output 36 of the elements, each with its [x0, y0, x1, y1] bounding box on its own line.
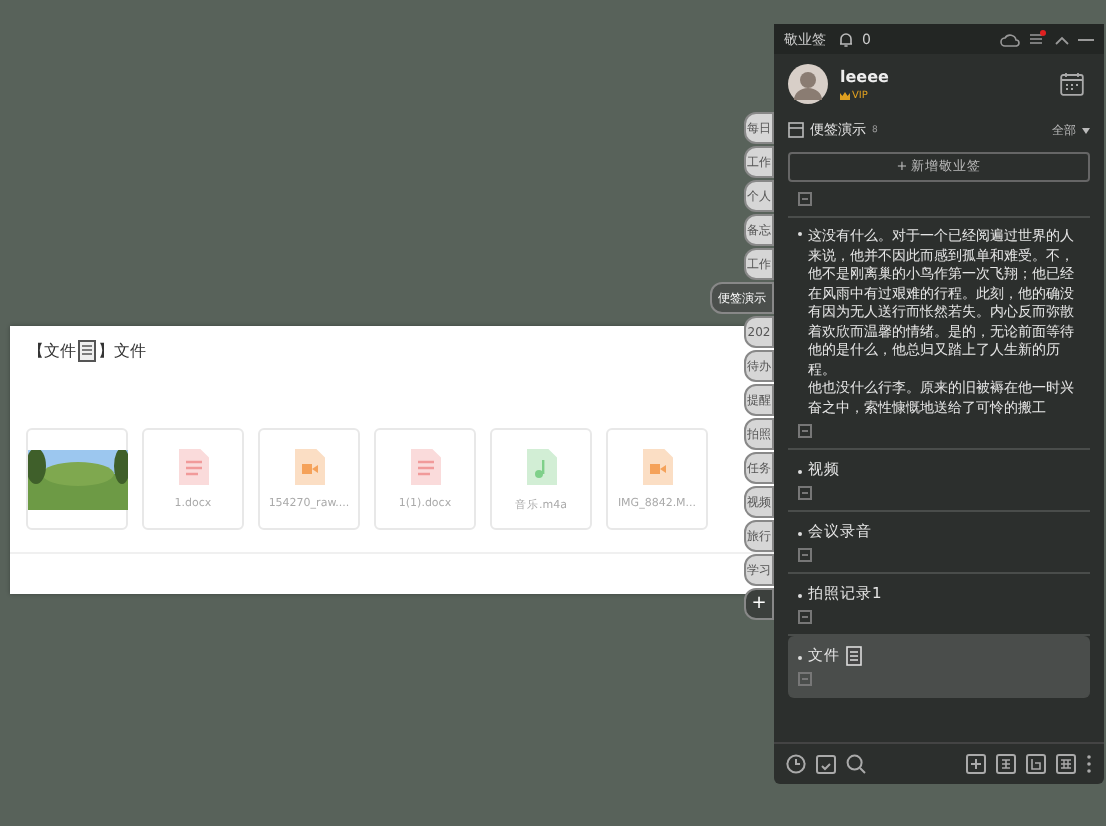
dialog-title: 】文件: [98, 340, 146, 362]
add-tab[interactable]: +: [744, 588, 774, 620]
caret-icon[interactable]: [1082, 127, 1090, 133]
calendar-check-icon[interactable]: [816, 754, 836, 774]
more-icon[interactable]: [1086, 754, 1092, 774]
notebook-icon: [788, 122, 804, 138]
dialog-title: 【文件: [28, 340, 76, 362]
cloud-icon[interactable]: [1000, 31, 1020, 47]
list-icon[interactable]: [1028, 30, 1046, 48]
bell-icon[interactable]: [838, 31, 854, 47]
photo-placeholder: [27, 449, 127, 509]
minimize-icon[interactable]: [1078, 37, 1094, 41]
stamp-icon[interactable]: [1026, 754, 1046, 774]
avatar[interactable]: [788, 64, 828, 104]
audio-file-icon: [525, 447, 557, 485]
document-icon: [78, 340, 96, 362]
search-icon[interactable]: [846, 754, 866, 774]
attachment-icon: [798, 672, 812, 686]
calendar-icon[interactable]: [1060, 72, 1084, 96]
attachment-icon: [798, 548, 812, 562]
attachment-icon: [798, 610, 812, 624]
table-icon[interactable]: [1056, 754, 1076, 774]
attachment-icon: [798, 192, 812, 206]
doc-file-icon: [177, 448, 209, 486]
plus-icon[interactable]: [966, 754, 986, 774]
grid-icon[interactable]: [996, 754, 1016, 774]
crown-icon: [840, 91, 850, 99]
collapse-icon[interactable]: [1054, 33, 1070, 45]
video-file-icon: [293, 448, 325, 486]
user-name: leeee: [840, 67, 889, 85]
attachment-icon: [798, 424, 812, 438]
doc-file-icon: [409, 448, 441, 486]
clock-icon[interactable]: [786, 754, 806, 774]
attachment-icon: [798, 486, 812, 500]
video-file-icon: [641, 448, 673, 486]
file-tile[interactable]: [26, 428, 128, 530]
